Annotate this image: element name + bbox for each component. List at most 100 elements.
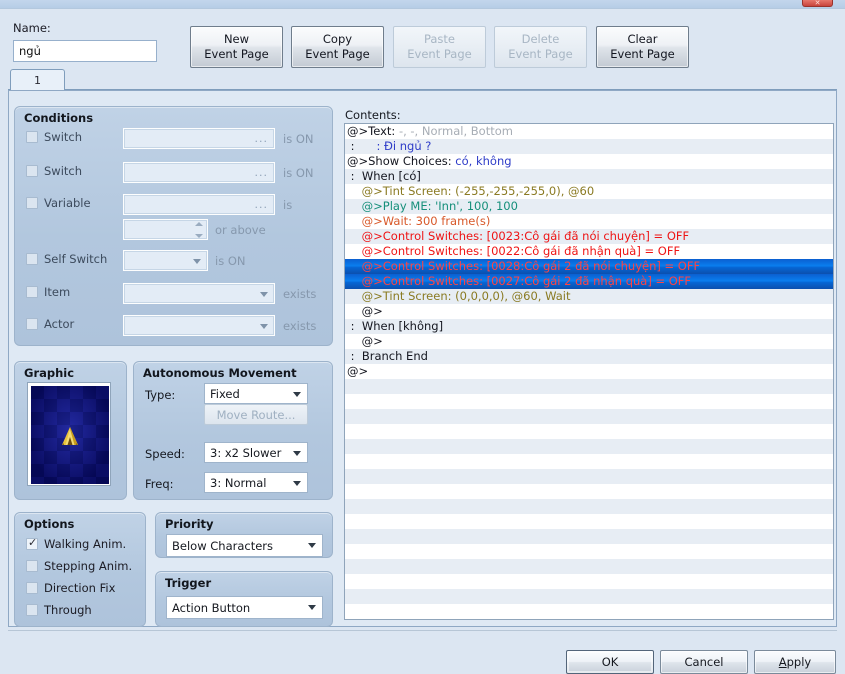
condition-variable-label: Variable bbox=[44, 196, 91, 210]
movement-speed-combo[interactable]: 3: x2 Slower bbox=[204, 442, 308, 463]
btn-line1: Copy bbox=[322, 32, 353, 47]
event-command-row[interactable]: : Branch End bbox=[345, 349, 833, 364]
event-commands-list[interactable]: @>Text: -, -, Normal, Bottom : : Đi ngủ … bbox=[344, 123, 834, 620]
condition-actor-row[interactable]: Actor bbox=[26, 317, 74, 331]
condition-switch-1-checkbox[interactable] bbox=[26, 131, 38, 143]
tent-sprite-icon bbox=[62, 427, 78, 445]
event-command-row[interactable]: @>Text: -, -, Normal, Bottom bbox=[345, 124, 833, 139]
option-direction-fix-row[interactable]: Direction Fix bbox=[26, 581, 115, 595]
event-command-row[interactable]: @>Tint Screen: (0,0,0,0), @60, Wait bbox=[345, 289, 833, 304]
condition-item-row[interactable]: Item bbox=[26, 285, 70, 299]
priority-combo[interactable]: Below Characters bbox=[166, 534, 323, 557]
event-command-row[interactable]: @> bbox=[345, 304, 833, 319]
movement-freq-combo[interactable]: 3: Normal bbox=[204, 472, 308, 493]
event-command-row[interactable] bbox=[345, 529, 833, 544]
event-command-row[interactable] bbox=[345, 604, 833, 619]
option-direction-fix-checkbox[interactable] bbox=[26, 582, 38, 594]
event-command-row[interactable]: @>Wait: 300 frame(s) bbox=[345, 214, 833, 229]
option-walking-anim-row[interactable]: Walking Anim. bbox=[26, 536, 126, 551]
name-input[interactable] bbox=[13, 40, 157, 62]
event-command-row[interactable] bbox=[345, 439, 833, 454]
event-command-row[interactable]: @>Control Switches: [0023:Cô gái đã nói … bbox=[345, 229, 833, 244]
new-event-page-button[interactable]: New Event Page bbox=[190, 26, 283, 68]
condition-actor-combo[interactable] bbox=[123, 315, 275, 336]
event-command-row[interactable]: @>Tint Screen: (-255,-255,-255,0), @60 bbox=[345, 184, 833, 199]
event-command-row[interactable]: @>Play ME: 'Inn', 100, 100 bbox=[345, 199, 833, 214]
event-command-row[interactable]: @> bbox=[345, 334, 833, 349]
btn-line1: Delete bbox=[521, 32, 560, 47]
event-command-row[interactable] bbox=[345, 499, 833, 514]
condition-variable-field[interactable]: ... bbox=[123, 194, 275, 215]
condition-switch-2-unit: is ON bbox=[283, 166, 314, 180]
ok-button[interactable]: OK bbox=[566, 650, 654, 674]
event-command-row[interactable] bbox=[345, 469, 833, 484]
option-through-row[interactable]: Through bbox=[26, 603, 92, 617]
condition-variable-checkbox[interactable] bbox=[26, 197, 38, 209]
close-icon: ✕ bbox=[814, 0, 821, 7]
event-command-row[interactable]: @>Control Switches: [0022:Cô gái đã nhận… bbox=[345, 244, 833, 259]
event-command-row[interactable]: : : Đi ngủ ? bbox=[345, 139, 833, 154]
event-command-row[interactable]: : When [có] bbox=[345, 169, 833, 184]
option-stepping-anim-row[interactable]: Stepping Anim. bbox=[26, 559, 132, 573]
move-route-button: Move Route... bbox=[204, 404, 308, 425]
chevron-down-icon bbox=[308, 605, 316, 610]
movement-type-combo[interactable]: Fixed bbox=[204, 383, 308, 404]
condition-self-switch-checkbox[interactable] bbox=[26, 253, 38, 265]
ellipsis-icon: ... bbox=[254, 166, 268, 179]
option-walking-anim-checkbox[interactable] bbox=[26, 536, 38, 550]
close-button[interactable]: ✕ bbox=[802, 0, 833, 7]
condition-switch-2-checkbox[interactable] bbox=[26, 165, 38, 177]
condition-variable-unit: is bbox=[283, 198, 293, 212]
condition-self-switch-combo[interactable] bbox=[123, 250, 208, 271]
copy-event-page-button[interactable]: Copy Event Page bbox=[291, 26, 384, 68]
event-command-row[interactable] bbox=[345, 484, 833, 499]
condition-switch-1-row[interactable]: Switch bbox=[26, 130, 82, 144]
event-command-row[interactable] bbox=[345, 454, 833, 469]
event-command-row[interactable]: @> bbox=[345, 364, 833, 379]
event-command-text: @>Control Switches: [0022:Cô gái đã nhận… bbox=[347, 244, 681, 258]
condition-self-switch-row[interactable]: Self Switch bbox=[26, 252, 107, 266]
event-command-row[interactable] bbox=[345, 589, 833, 604]
event-command-row[interactable] bbox=[345, 379, 833, 394]
condition-variable-value-stepper[interactable] bbox=[123, 219, 208, 240]
graphic-preview[interactable] bbox=[27, 382, 111, 486]
event-command-row[interactable]: @>Show Choices: có, không bbox=[345, 154, 833, 169]
event-command-row[interactable] bbox=[345, 559, 833, 574]
event-command-row[interactable] bbox=[345, 394, 833, 409]
event-command-text: @>Show Choices: bbox=[347, 154, 456, 168]
paste-event-page-button: Paste Event Page bbox=[393, 26, 486, 68]
movement-type-value: Fixed bbox=[210, 386, 240, 401]
event-command-text: @>Control Switches: [0028:Cô gái 2 đã nó… bbox=[347, 259, 701, 273]
event-command-row[interactable]: @>Control Switches: [0028:Cô gái 2 đã nó… bbox=[345, 259, 833, 274]
event-command-text: @>Text: bbox=[347, 124, 399, 138]
tab-page-1[interactable]: 1 bbox=[10, 69, 65, 91]
event-command-row[interactable] bbox=[345, 574, 833, 589]
movement-type-label: Type: bbox=[145, 388, 176, 402]
event-command-row[interactable]: : When [không] bbox=[345, 319, 833, 334]
condition-item-checkbox[interactable] bbox=[26, 286, 38, 298]
stepper-arrows-icon[interactable] bbox=[194, 222, 203, 238]
condition-switch-1-field[interactable]: ... bbox=[123, 128, 275, 149]
option-direction-fix-label: Direction Fix bbox=[44, 581, 116, 595]
event-command-row[interactable] bbox=[345, 424, 833, 439]
event-command-row[interactable]: @>Control Switches: [0027:Cô gái 2 đã nh… bbox=[345, 274, 833, 289]
condition-item-combo[interactable] bbox=[123, 283, 275, 304]
event-command-text: @>Play ME: 'Inn', 100, 100 bbox=[347, 199, 518, 213]
event-command-row[interactable] bbox=[345, 409, 833, 424]
contents-label: Contents: bbox=[345, 108, 401, 122]
condition-switch-2-field[interactable]: ... bbox=[123, 162, 275, 183]
event-command-row[interactable] bbox=[345, 544, 833, 559]
cancel-button[interactable]: Cancel bbox=[660, 650, 748, 674]
event-command-text: : Branch End bbox=[347, 349, 428, 363]
option-through-checkbox[interactable] bbox=[26, 604, 38, 616]
condition-switch-2-row[interactable]: Switch bbox=[26, 164, 82, 178]
clear-event-page-button[interactable]: Clear Event Page bbox=[596, 26, 689, 68]
btn-line1: Paste bbox=[423, 32, 456, 47]
apply-label-rest: pply bbox=[786, 655, 812, 669]
apply-button[interactable]: Apply bbox=[754, 650, 836, 674]
trigger-combo[interactable]: Action Button bbox=[166, 596, 323, 619]
condition-variable-row[interactable]: Variable bbox=[26, 196, 91, 210]
event-command-row[interactable] bbox=[345, 514, 833, 529]
condition-actor-checkbox[interactable] bbox=[26, 318, 38, 330]
option-stepping-anim-checkbox[interactable] bbox=[26, 560, 38, 572]
